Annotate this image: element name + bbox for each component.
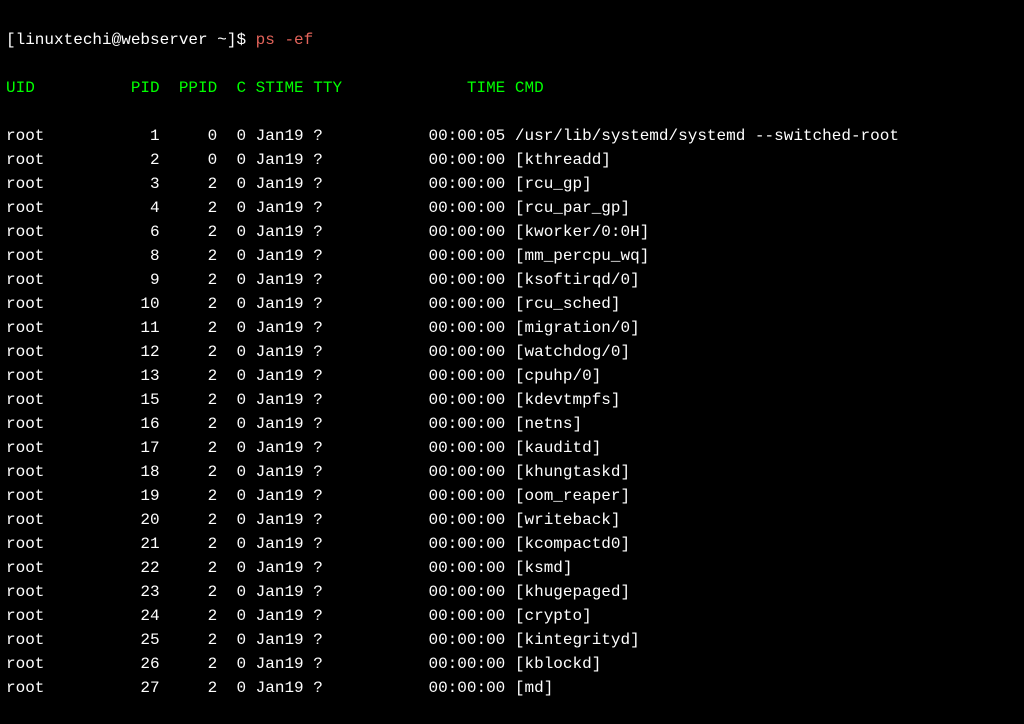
process-row: root 20 2 0 Jan19 ? 00:00:00 [writeback] [6, 508, 1018, 532]
process-row: root 19 2 0 Jan19 ? 00:00:00 [oom_reaper… [6, 484, 1018, 508]
process-row: root 8 2 0 Jan19 ? 00:00:00 [mm_percpu_w… [6, 244, 1018, 268]
process-row: root 2 0 0 Jan19 ? 00:00:00 [kthreadd] [6, 148, 1018, 172]
terminal-output[interactable]: [linuxtechi@webserver ~]$ ps -ef UID PID… [6, 4, 1018, 724]
process-row: root 16 2 0 Jan19 ? 00:00:00 [netns] [6, 412, 1018, 436]
process-row: root 22 2 0 Jan19 ? 00:00:00 [ksmd] [6, 556, 1018, 580]
process-row: root 13 2 0 Jan19 ? 00:00:00 [cpuhp/0] [6, 364, 1018, 388]
process-row: root 6 2 0 Jan19 ? 00:00:00 [kworker/0:0… [6, 220, 1018, 244]
process-row: root 10 2 0 Jan19 ? 00:00:00 [rcu_sched] [6, 292, 1018, 316]
process-row: root 26 2 0 Jan19 ? 00:00:00 [kblockd] [6, 652, 1018, 676]
command-prompt-line: [linuxtechi@webserver ~]$ ps -ef [6, 28, 1018, 52]
command-name: ps [256, 31, 275, 49]
process-row: root 11 2 0 Jan19 ? 00:00:00 [migration/… [6, 316, 1018, 340]
process-row: root 9 2 0 Jan19 ? 00:00:00 [ksoftirqd/0… [6, 268, 1018, 292]
process-row: root 3 2 0 Jan19 ? 00:00:00 [rcu_gp] [6, 172, 1018, 196]
process-row: root 25 2 0 Jan19 ? 00:00:00 [kintegrity… [6, 628, 1018, 652]
prompt-prefix: [linuxtechi@webserver ~]$ [6, 31, 256, 49]
process-row: root 17 2 0 Jan19 ? 00:00:00 [kauditd] [6, 436, 1018, 460]
process-row: root 15 2 0 Jan19 ? 00:00:00 [kdevtmpfs] [6, 388, 1018, 412]
process-row: root 18 2 0 Jan19 ? 00:00:00 [khungtaskd… [6, 460, 1018, 484]
process-row: root 23 2 0 Jan19 ? 00:00:00 [khugepaged… [6, 580, 1018, 604]
process-row: root 12 2 0 Jan19 ? 00:00:00 [watchdog/0… [6, 340, 1018, 364]
ps-header-row: UID PID PPID C STIME TTY TIME CMD [6, 76, 1018, 100]
process-row: root 21 2 0 Jan19 ? 00:00:00 [kcompactd0… [6, 532, 1018, 556]
command-args: -ef [275, 31, 313, 49]
process-row: root 1 0 0 Jan19 ? 00:00:05 /usr/lib/sys… [6, 124, 1018, 148]
process-row: root 4 2 0 Jan19 ? 00:00:00 [rcu_par_gp] [6, 196, 1018, 220]
process-row: root 24 2 0 Jan19 ? 00:00:00 [crypto] [6, 604, 1018, 628]
process-row: root 27 2 0 Jan19 ? 00:00:00 [md] [6, 676, 1018, 700]
